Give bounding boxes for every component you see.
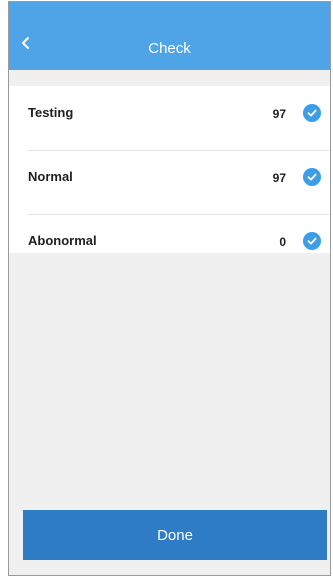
header-bar: Check — [9, 2, 330, 70]
row-value: 0 — [279, 235, 286, 249]
check-circle-icon — [303, 168, 321, 186]
check-circle-icon — [303, 104, 321, 122]
app-screen: Check Testing 97 Normal 97 Abonormal 0 D… — [8, 1, 331, 576]
row-label: Normal — [28, 169, 73, 184]
result-list: Testing 97 Normal 97 Abonormal 0 — [9, 86, 330, 253]
result-row-abnormal: Abonormal 0 — [9, 214, 330, 269]
row-label: Abonormal — [28, 233, 97, 248]
row-value: 97 — [272, 171, 286, 185]
row-value: 97 — [272, 107, 286, 121]
done-button[interactable]: Done — [23, 510, 327, 560]
page-title: Check — [148, 40, 191, 57]
row-label: Testing — [28, 105, 74, 120]
result-row-testing: Testing 97 — [9, 86, 330, 141]
check-circle-icon — [303, 232, 321, 250]
result-row-normal: Normal 97 — [9, 150, 330, 205]
